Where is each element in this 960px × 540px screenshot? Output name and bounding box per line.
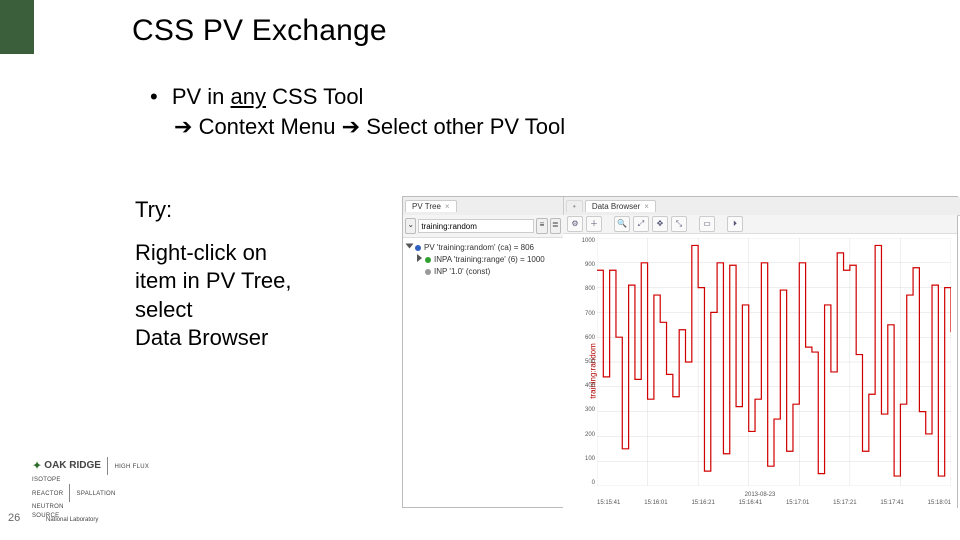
- footer-logo: ✦ OAK RIDGE HIGH FLUX ISOTOPE REACTOR SP…: [32, 457, 149, 524]
- arrow-icon: ➔: [174, 114, 192, 139]
- x-tick: 15:16:41: [739, 500, 762, 506]
- tab-data-browser-ghost: •: [566, 200, 583, 212]
- tab-label: Data Browser: [592, 202, 640, 211]
- accent-bar: [0, 0, 34, 54]
- bullet-line2-a: Context Menu: [199, 114, 342, 139]
- tab-data-browser[interactable]: Data Browser ×: [585, 200, 656, 212]
- tree-root-label: PV 'training:random' (ca) = 806: [424, 243, 534, 252]
- try-body-1: Right-click on: [135, 239, 292, 268]
- separator-icon: [69, 484, 70, 502]
- chart-toolbar: ⚙ ＋ 🔍 ⤢ ✥ ⤡ ▭ ⏵: [563, 215, 957, 234]
- try-body-3: select: [135, 296, 292, 325]
- x-tick: 15:15:41: [597, 500, 620, 506]
- lab-name: OAK RIDGE: [44, 460, 101, 471]
- slide-title: CSS PV Exchange: [132, 14, 387, 48]
- expand-icon[interactable]: [417, 254, 422, 262]
- left-tab-bar: PV Tree ×: [403, 197, 567, 216]
- add-pv-button[interactable]: ＋: [586, 216, 602, 232]
- x-axis-ticks: 15:15:41 15:16:01 15:16:21 15:16:41 15:17:01…: [597, 500, 951, 506]
- bullet-block: • PV in any CSS Tool ➔ Context Menu ➔ Se…: [150, 82, 565, 141]
- config-button[interactable]: ⚙: [567, 216, 583, 232]
- leaf-icon: ✦: [32, 458, 42, 472]
- x-tick: 15:17:01: [786, 500, 809, 506]
- try-label: Try:: [135, 196, 292, 225]
- expand-tree-button[interactable]: ≡: [536, 218, 547, 234]
- history-back-button[interactable]: ⌄: [405, 218, 416, 234]
- chart-area[interactable]: training:random 100090080070060050040030…: [563, 234, 957, 508]
- bullet-line-2: ➔ Context Menu ➔ Select other PV Tool: [150, 112, 565, 142]
- close-icon[interactable]: ×: [644, 202, 649, 211]
- lab-sub: National Laboratory: [46, 517, 149, 524]
- line-chart[interactable]: [597, 238, 951, 486]
- zoom-out-button[interactable]: ⤢: [633, 216, 649, 232]
- bullet-dot-icon: •: [150, 84, 158, 109]
- try-block: Try: Right-click on item in PV Tree, sel…: [135, 196, 292, 353]
- separator-icon: [107, 457, 108, 475]
- tree-child2-label: INP '1.0' (const): [434, 267, 490, 276]
- tab-label: PV Tree: [412, 202, 441, 211]
- close-icon[interactable]: ×: [445, 202, 450, 211]
- tree-child[interactable]: INP '1.0' (const): [407, 266, 559, 278]
- bullet-text-pre: PV in: [172, 84, 231, 109]
- y-tick: 200: [585, 432, 595, 438]
- scroll-toggle-button[interactable]: ⏵: [727, 216, 743, 232]
- pv-search-input[interactable]: [418, 219, 534, 233]
- bullet-line2-b: Select other PV Tool: [366, 114, 565, 139]
- y-tick: 700: [585, 311, 595, 317]
- collapse-tree-button[interactable]: ≣: [550, 218, 561, 234]
- try-body-2: item in PV Tree,: [135, 267, 292, 296]
- x-tick: 15:17:21: [833, 500, 856, 506]
- y-tick: 900: [585, 262, 595, 268]
- x-axis-date: 2013-08-23: [745, 492, 776, 498]
- x-tick: 15:17:41: [880, 500, 903, 506]
- y-axis-ticks: 10009008007006005004003002001000: [577, 238, 595, 486]
- search-row: ⌄ ≡ ≣: [403, 215, 563, 238]
- y-tick: 800: [585, 286, 595, 292]
- expand-icon[interactable]: [406, 244, 414, 249]
- pv-icon: [425, 257, 431, 263]
- pv-tree-pane: ⌄ ≡ ≣ PV 'training:random' (ca) = 806 IN…: [403, 215, 564, 507]
- pv-icon: [425, 269, 431, 275]
- y-tick: 300: [585, 407, 595, 413]
- snapshot-button[interactable]: ▭: [699, 216, 715, 232]
- page-number: 26: [8, 512, 20, 524]
- y-tick: 0: [592, 480, 595, 486]
- tree-root[interactable]: PV 'training:random' (ca) = 806: [407, 242, 559, 254]
- y-tick: 500: [585, 359, 595, 365]
- pv-icon: [415, 245, 421, 251]
- y-tick: 1000: [582, 238, 595, 244]
- x-tick: 15:18:01: [928, 500, 951, 506]
- zoom-in-button[interactable]: 🔍: [614, 216, 630, 232]
- bullet-text-any: any: [231, 84, 266, 109]
- x-tick: 15:16:21: [691, 500, 714, 506]
- tree-child[interactable]: INPA 'training:range' (6) = 1000: [407, 254, 559, 266]
- pv-tree: PV 'training:random' (ca) = 806 INPA 'tr…: [403, 238, 563, 282]
- right-tab-bar: • Data Browser ×: [563, 197, 960, 216]
- autoscale-button[interactable]: ⤡: [671, 216, 687, 232]
- data-browser-pane: ⚙ ＋ 🔍 ⤢ ✥ ⤡ ▭ ⏵ training:random 10009008…: [563, 215, 957, 507]
- y-tick: 600: [585, 335, 595, 341]
- bullet-line-1: • PV in any CSS Tool: [150, 82, 565, 112]
- tab-pv-tree[interactable]: PV Tree ×: [405, 200, 457, 212]
- y-tick: 400: [585, 383, 595, 389]
- tree-child1-label: INPA 'training:range' (6) = 1000: [434, 255, 545, 264]
- arrow-icon: ➔: [342, 114, 360, 139]
- pan-button[interactable]: ✥: [652, 216, 668, 232]
- x-tick: 15:16:01: [644, 500, 667, 506]
- embedded-app-screenshot: PV Tree × • Data Browser × ⌄ ≡ ≣ PV 'train…: [402, 196, 958, 508]
- try-body-4: Data Browser: [135, 324, 292, 353]
- bullet-text-post: CSS Tool: [266, 84, 363, 109]
- y-tick: 100: [585, 456, 595, 462]
